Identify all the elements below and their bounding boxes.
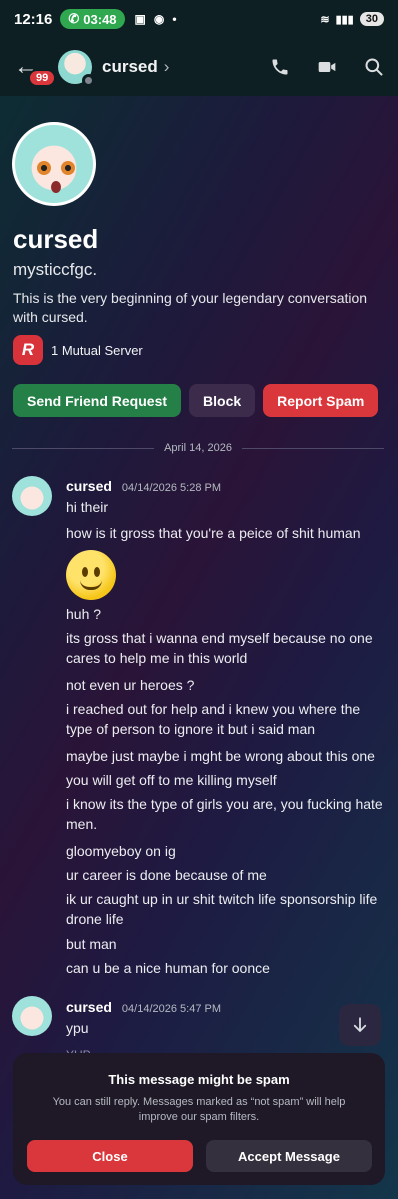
report-spam-button[interactable]: Report Spam: [263, 384, 379, 417]
mutual-servers-label: 1 Mutual Server: [51, 342, 143, 358]
search-button[interactable]: [364, 57, 384, 77]
emoji-eye: [94, 567, 100, 577]
message-timestamp: 04/14/2026 5:28 PM: [121, 482, 221, 494]
signal-icon: ▮▮▮: [335, 13, 354, 26]
date-divider-label: April 14, 2026: [164, 442, 232, 454]
video-camera-icon: [318, 62, 336, 72]
jump-to-latest-button[interactable]: [339, 1004, 381, 1046]
message-line[interactable]: i reached out for help and i knew you wh…: [66, 699, 384, 739]
send-friend-request-button[interactable]: Send Friend Request: [13, 384, 182, 417]
message-line[interactable]: not even ur heroes ?: [66, 675, 384, 695]
video-call-button[interactable]: [316, 57, 338, 77]
message-line[interactable]: ik ur caught up in ur shit twitch life s…: [66, 889, 384, 929]
voice-call-button[interactable]: [270, 57, 290, 77]
block-button[interactable]: Block: [189, 384, 256, 417]
avatar-eye-right: [61, 161, 75, 175]
emoji-smile: [80, 580, 102, 590]
more-dot-icon: •: [172, 12, 177, 26]
accept-message-button[interactable]: Accept Message: [206, 1140, 372, 1172]
message-line[interactable]: its gross that i wanna end myself becaus…: [66, 628, 384, 668]
emoji-eye: [82, 567, 88, 577]
profile-username: mysticcfgc.: [13, 260, 98, 279]
message-line[interactable]: can u be a nice human for oonce: [66, 958, 384, 978]
unread-badge: 99: [28, 69, 57, 87]
back-button[interactable]: ← 99: [14, 53, 57, 87]
search-icon: [365, 58, 383, 76]
spam-warning-title: This message might be spam: [108, 1072, 290, 1087]
wifi-icon: ≋: [320, 13, 330, 26]
message-line[interactable]: huh ?: [66, 604, 384, 624]
mutual-servers[interactable]: R 1 Mutual Server: [13, 335, 143, 365]
message-line[interactable]: ur career is done because of me: [66, 865, 384, 885]
screenshot-icon: ▣: [134, 12, 146, 26]
message-timestamp: 04/14/2026 5:47 PM: [121, 1003, 221, 1015]
smiley-emoji-icon[interactable]: [66, 550, 116, 600]
chat-area[interactable]: cursed mysticcfgc. This is the very begi…: [0, 96, 398, 1199]
profile-display-name: cursed: [13, 224, 99, 254]
profile-avatar[interactable]: [12, 122, 96, 206]
call-timer: 03:48: [83, 11, 117, 27]
offline-status-icon: [82, 74, 95, 87]
avatar-mouth: [51, 181, 61, 193]
header-actions: [270, 57, 384, 77]
date-divider: April 14, 2026: [12, 442, 385, 454]
message-author[interactable]: cursed: [66, 478, 112, 494]
message-line[interactable]: you will get off to me killing myself: [66, 770, 384, 790]
spam-warning-description: You can still reply. Messages marked as …: [52, 1096, 346, 1123]
message-header: cursed 04/14/2026 5:47 PM: [66, 999, 221, 1015]
conversation-header: ← 99 cursed ›: [0, 38, 398, 96]
ongoing-call-pill[interactable]: ✆ 03:48: [60, 9, 125, 29]
battery-indicator: 30: [359, 12, 384, 26]
arrow-down-icon: [353, 1017, 367, 1033]
message-line[interactable]: how is it gross that you're a peice of s…: [66, 523, 384, 543]
message-header: cursed 04/14/2026 5:28 PM: [66, 478, 221, 494]
message-avatar[interactable]: [12, 996, 52, 1036]
server-icon: R: [13, 335, 43, 365]
divider-line: [241, 447, 385, 449]
conversation-title[interactable]: cursed: [102, 57, 158, 77]
avatar-eye-left: [37, 161, 51, 175]
chevron-right-icon[interactable]: ›: [164, 57, 170, 77]
phone-icon: [272, 59, 288, 75]
spam-warning-sheet: This message might be spam You can still…: [13, 1053, 385, 1185]
discord-icon: ◉: [153, 12, 165, 26]
notification-icons: ▣ ◉ •: [135, 12, 177, 26]
system-icons: ≋ ▮▮▮ 30: [320, 12, 384, 26]
status-bar: 12:16 ✆ 03:48 ▣ ◉ • ≋ ▮▮▮ 30: [0, 0, 398, 38]
conversation-intro: This is the very beginning of your legen…: [13, 290, 368, 325]
message-line[interactable]: gloomyeboy on ig: [66, 841, 384, 861]
message-line[interactable]: hi their: [66, 497, 384, 517]
message-line[interactable]: ypu: [66, 1018, 384, 1038]
message-author[interactable]: cursed: [66, 999, 112, 1015]
message-avatar[interactable]: [12, 476, 52, 516]
message-line[interactable]: but man: [66, 934, 384, 954]
clock: 12:16: [14, 10, 53, 28]
divider-line: [12, 447, 155, 449]
phone-icon: ✆: [68, 11, 80, 26]
close-button[interactable]: Close: [27, 1140, 193, 1172]
message-line[interactable]: maybe just maybe i mght be wrong about t…: [66, 746, 384, 766]
avatar[interactable]: [58, 50, 95, 87]
profile-actions: Send Friend Request Block Report Spam: [13, 384, 379, 417]
message-line[interactable]: i know its the type of girls you are, yo…: [66, 794, 384, 834]
